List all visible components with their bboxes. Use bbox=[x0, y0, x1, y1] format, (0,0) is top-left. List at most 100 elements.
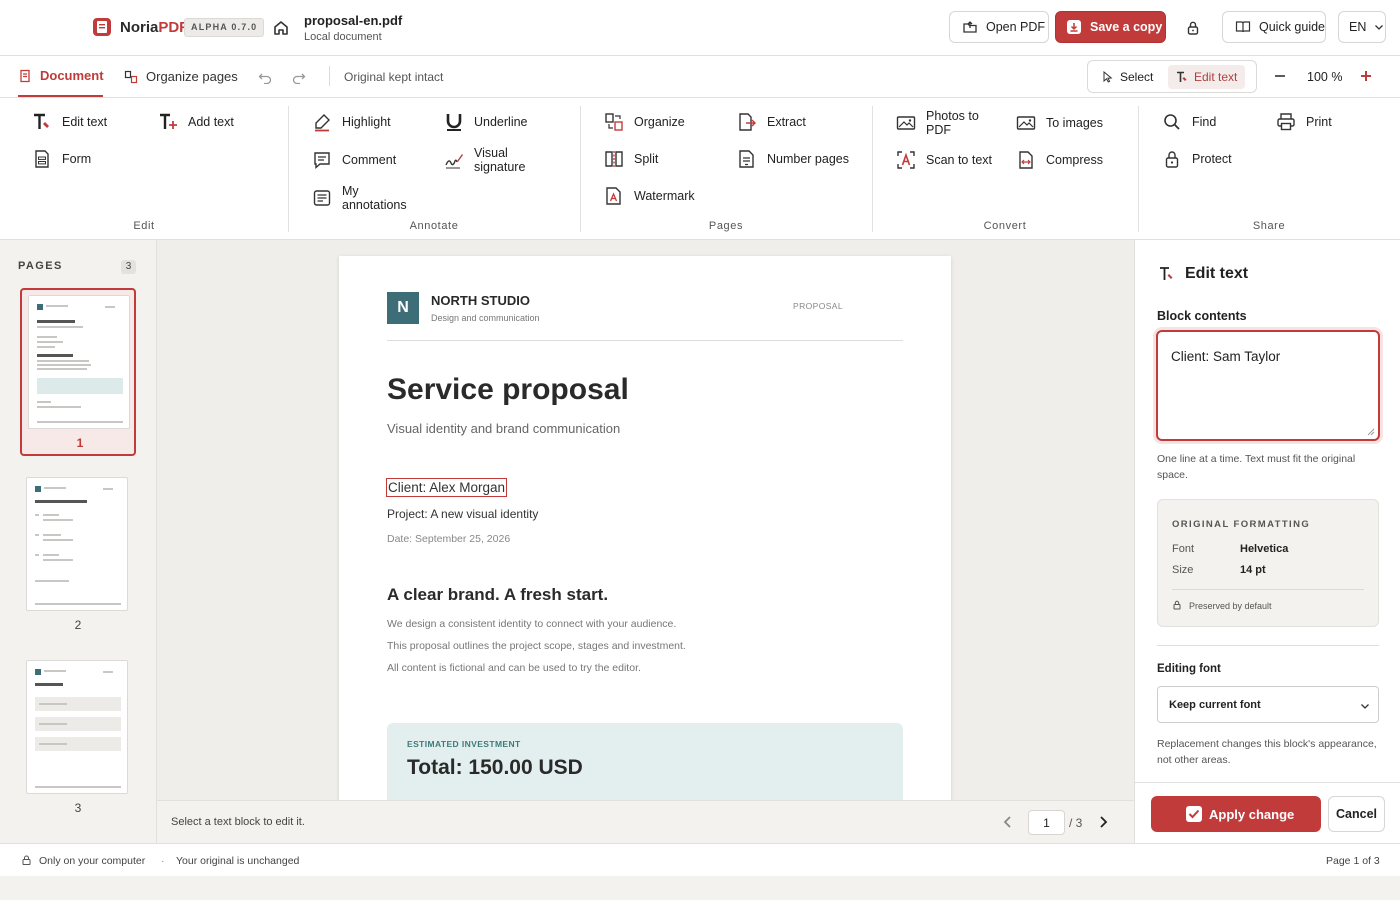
ribbon-divider bbox=[288, 106, 289, 232]
tool-extract[interactable]: Extract bbox=[737, 112, 806, 132]
edit-text-mode-button[interactable]: Edit text bbox=[1168, 65, 1246, 89]
tool-comment[interactable]: Comment bbox=[312, 150, 396, 170]
paragraph-line[interactable]: This proposal outlines the project scope… bbox=[387, 640, 686, 652]
cursor-icon bbox=[1102, 71, 1114, 83]
tab-organize-pages[interactable]: Organize pages bbox=[124, 56, 238, 97]
original-unchanged-status: Your original is unchanged bbox=[176, 855, 300, 867]
group-label-annotate: Annotate bbox=[409, 220, 459, 232]
tool-highlight[interactable]: Highlight bbox=[312, 112, 391, 132]
tool-watermark[interactable]: Watermark bbox=[604, 186, 695, 206]
page-thumbnail-3[interactable]: 3 bbox=[20, 655, 136, 823]
group-label-edit: Edit bbox=[133, 220, 155, 232]
resize-grip-icon[interactable] bbox=[1367, 428, 1375, 436]
document-subtitle[interactable]: Visual identity and brand communication bbox=[387, 421, 620, 436]
chevron-right-icon[interactable] bbox=[1096, 815, 1110, 829]
tab-document-label: Document bbox=[40, 68, 104, 83]
chevron-left-icon[interactable] bbox=[1001, 815, 1015, 829]
file-name: proposal-en.pdf bbox=[304, 13, 403, 28]
redo-icon[interactable] bbox=[292, 70, 306, 84]
lock-icon bbox=[22, 855, 31, 865]
tool-ribbon: Edit text Add text Form Edit Highlight U… bbox=[0, 98, 1400, 240]
studio-tagline[interactable]: Design and communication bbox=[431, 313, 540, 323]
tool-split[interactable]: Split bbox=[604, 149, 658, 169]
page-thumbnail-2[interactable]: 2 bbox=[20, 472, 136, 640]
tool-to-images[interactable]: To images bbox=[1016, 113, 1103, 133]
tool-add-text[interactable]: Add text bbox=[158, 112, 234, 132]
ribbon-divider bbox=[872, 106, 873, 232]
tool-form[interactable]: Form bbox=[32, 149, 91, 169]
tool-underline[interactable]: Underline bbox=[444, 112, 528, 132]
project-line[interactable]: Project: A new visual identity bbox=[387, 507, 538, 521]
zoom-in-icon[interactable] bbox=[1359, 69, 1373, 83]
selection-hint: Select a text block to edit it. bbox=[171, 816, 305, 828]
cancel-button[interactable]: Cancel bbox=[1328, 796, 1385, 832]
editing-font-select[interactable]: Keep current font bbox=[1157, 686, 1379, 723]
save-copy-button[interactable]: Save a copy bbox=[1055, 11, 1166, 43]
tool-scan-to-text[interactable]: Scan to text bbox=[896, 150, 992, 170]
tool-edit-text[interactable]: Edit text bbox=[32, 112, 107, 132]
selected-text-block[interactable]: Client: Alex Morgan bbox=[386, 478, 508, 497]
underline-icon bbox=[444, 112, 464, 132]
paragraph-line[interactable]: All content is fictional and can be used… bbox=[387, 662, 641, 674]
lock-icon bbox=[1172, 600, 1182, 610]
investment-box: ESTIMATED INVESTMENT Total: 150.00 USD bbox=[387, 723, 903, 800]
page-preview bbox=[26, 660, 128, 794]
tool-protect[interactable]: Protect bbox=[1162, 149, 1232, 169]
ribbon-divider bbox=[1138, 106, 1139, 232]
undo-icon[interactable] bbox=[258, 70, 272, 84]
studio-name[interactable]: NORTH STUDIO bbox=[431, 293, 530, 308]
page-thumbnail-1[interactable]: 1 bbox=[20, 288, 136, 456]
investment-label[interactable]: ESTIMATED INVESTMENT bbox=[407, 739, 521, 749]
compress-icon bbox=[1016, 150, 1036, 170]
apply-change-button[interactable]: Apply change bbox=[1151, 796, 1321, 832]
tool-photos-to-pdf[interactable]: Photos to PDF bbox=[896, 109, 1000, 137]
tool-find[interactable]: Find bbox=[1162, 112, 1216, 132]
tool-organize[interactable]: Organize bbox=[604, 112, 685, 132]
book-icon bbox=[1235, 19, 1251, 35]
highlight-icon bbox=[312, 112, 332, 132]
edit-text-icon bbox=[1176, 71, 1188, 83]
top-bar: NoriaPDF ALPHA 0.7.0 proposal-en.pdf Loc… bbox=[0, 0, 1400, 56]
page-number-input[interactable] bbox=[1028, 810, 1065, 835]
paragraph-line[interactable]: We design a consistent identity to conne… bbox=[387, 618, 676, 630]
preserved-note: Preserved by default bbox=[1189, 601, 1272, 611]
open-pdf-button[interactable]: Open PDF bbox=[949, 11, 1049, 43]
lock-icon[interactable] bbox=[1184, 19, 1202, 37]
quick-guide-button[interactable]: Quick guide bbox=[1222, 11, 1326, 43]
section-heading[interactable]: A clear brand. A fresh start. bbox=[387, 585, 608, 605]
tool-visual-signature[interactable]: Visual signature bbox=[444, 146, 554, 174]
printer-icon bbox=[1276, 112, 1296, 132]
tab-document[interactable]: Document bbox=[18, 56, 104, 97]
select-mode-label: Select bbox=[1120, 70, 1154, 84]
save-copy-label: Save a copy bbox=[1090, 20, 1163, 34]
scan-icon bbox=[896, 150, 916, 170]
document-canvas[interactable]: N NORTH STUDIO Design and communication … bbox=[157, 240, 1134, 800]
tool-print[interactable]: Print bbox=[1276, 112, 1332, 132]
ribbon-divider bbox=[580, 106, 581, 232]
pages-sidebar: PAGES 3 1 2 3 bbox=[0, 240, 157, 843]
document-page: N NORTH STUDIO Design and communication … bbox=[339, 256, 951, 800]
home-icon[interactable] bbox=[270, 17, 292, 39]
language-select[interactable]: EN bbox=[1338, 11, 1386, 43]
pages-count-badge: 3 bbox=[121, 260, 136, 274]
version-badge: ALPHA 0.7.0 bbox=[184, 18, 265, 37]
block-contents-textarea[interactable]: Client: Sam Taylor bbox=[1156, 330, 1380, 441]
studio-logo: N bbox=[387, 292, 419, 324]
organize-icon bbox=[604, 112, 624, 132]
zoom-out-icon[interactable] bbox=[1273, 69, 1287, 83]
font-value: Helvetica bbox=[1240, 543, 1289, 555]
organize-pages-icon bbox=[124, 70, 138, 84]
document-title[interactable]: Service proposal bbox=[387, 373, 629, 407]
editing-font-help: Replacement changes this block's appeara… bbox=[1157, 738, 1377, 766]
mode-switch: Select Edit text bbox=[1087, 60, 1257, 93]
tool-number-pages[interactable]: Number pages bbox=[737, 149, 849, 169]
file-location: Local document bbox=[304, 31, 382, 43]
app-brand: NoriaPDF bbox=[120, 19, 189, 36]
tool-compress[interactable]: Compress bbox=[1016, 150, 1103, 170]
date-line[interactable]: Date: September 25, 2026 bbox=[387, 533, 510, 545]
select-mode-button[interactable]: Select bbox=[1094, 65, 1161, 89]
edit-text-mode-label: Edit text bbox=[1194, 70, 1238, 84]
tool-my-annotations[interactable]: My annotations bbox=[312, 184, 422, 212]
document-tag[interactable]: PROPOSAL bbox=[793, 301, 843, 311]
investment-total[interactable]: Total: 150.00 USD bbox=[407, 756, 583, 780]
